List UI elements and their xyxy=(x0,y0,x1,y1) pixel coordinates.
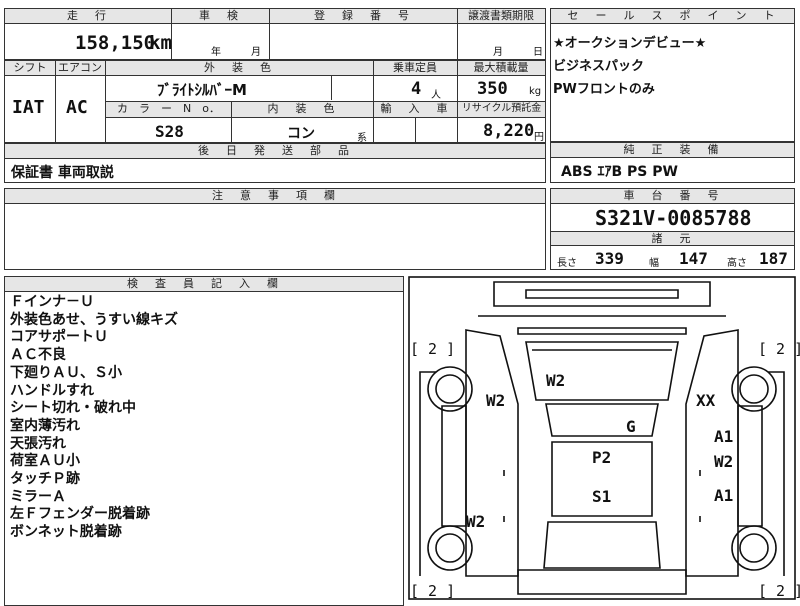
length-label: 長さ xyxy=(557,258,577,269)
exterior-value: ﾌﾞﾗｲﾄｼﾙﾊﾞｰM xyxy=(157,81,247,99)
note-line: 左Ｆフェンダー脱着跡 xyxy=(10,506,150,523)
interior-value: コン xyxy=(287,126,315,142)
interior-header: 内 装 色 xyxy=(232,102,373,117)
transfer-header: 譲渡書類期限 xyxy=(457,9,545,24)
mark-windshield: G xyxy=(626,417,636,436)
recycle-header: リサイクル預託金 xyxy=(458,102,545,117)
car-diagram xyxy=(408,276,796,600)
top-info-block: 走 行 車 検 登 録 番 号 譲渡書類期限 158,150 km 年 月 月 … xyxy=(4,8,546,60)
note-line: シート切れ・破れ中 xyxy=(10,400,136,417)
capacity-header: 乗車定員 xyxy=(373,61,457,76)
width-label: 幅 xyxy=(649,258,659,269)
sales-line-3: PWフロントのみ xyxy=(553,82,655,97)
inspector-header: 検 査 員 記 入 欄 xyxy=(5,277,403,292)
load-value: 350 xyxy=(477,79,508,99)
inspection-month: 月 xyxy=(251,47,261,58)
specs-header: 諸 元 xyxy=(551,231,794,246)
mark-left-front: W2 xyxy=(486,391,506,410)
note-line: ハンドルすれ xyxy=(10,382,94,399)
shift-value: IAT xyxy=(12,97,45,118)
parts-header: 後 日 発 送 部 品 xyxy=(5,144,545,159)
chassis-header: 車 台 番 号 xyxy=(551,189,794,204)
inspection-header: 車 検 xyxy=(171,9,269,24)
parts-block: 後 日 発 送 部 品 保証書 車両取説 xyxy=(4,143,546,183)
inspector-block: 検 査 員 記 入 欄 Ｆインナ－Ｕ 外装色あせ、うすい線キズ コアサポートＵ … xyxy=(4,276,404,606)
caution-header: 注 意 事 項 欄 xyxy=(5,189,545,204)
inspection-year: 年 xyxy=(211,47,221,58)
sales-line-2: ビジネスパック xyxy=(553,59,645,74)
mark-left-rear-door: W2 xyxy=(466,512,486,531)
equipment-block: 純 正 装 備 ABS ｴｱB PS PW xyxy=(550,142,795,183)
recycle-unit: 円 xyxy=(534,132,544,143)
aircon-header: エアコン xyxy=(55,61,105,76)
mark-right-front-door-2: W2 xyxy=(714,452,734,471)
mark-roof: P2 xyxy=(592,448,612,467)
height-label: 高さ xyxy=(727,258,747,269)
mileage-unit: km xyxy=(149,32,172,54)
interior-suffix: 系 xyxy=(357,133,367,144)
equipment-header: 純 正 装 備 xyxy=(551,143,794,158)
capacity-value: 4 xyxy=(411,79,422,99)
note-line: ミラーＡ xyxy=(10,488,66,505)
sales-header: セ ー ル ス ポ イ ン ト xyxy=(551,9,794,24)
mark-right-rear-door: A1 xyxy=(714,486,734,505)
note-line: Ｆインナ－Ｕ xyxy=(10,294,94,310)
caution-block: 注 意 事 項 欄 xyxy=(4,188,546,270)
width-value: 147 xyxy=(679,249,708,268)
tire-right-bottom: [ 2 ] xyxy=(758,582,800,600)
inspector-notes: Ｆインナ－Ｕ 外装色あせ、うすい線キズ コアサポートＵ ＡＣ不良 下廻りＡＵ、Ｓ… xyxy=(10,294,178,542)
note-line: 荷室ＡＵ小 xyxy=(10,453,80,470)
note-line: コアサポートＵ xyxy=(10,329,108,346)
chassis-block: 車 台 番 号 S321V-0085788 諸 元 長さ 339 幅 147 高… xyxy=(550,188,795,270)
sales-point-block: セ ー ル ス ポ イ ン ト ★オークションデビュー★ ビジネスパック PWフ… xyxy=(550,8,795,142)
exterior-header: 外 装 色 xyxy=(105,61,373,76)
sales-line-1: ★オークションデビュー★ xyxy=(553,36,707,51)
registration-header: 登 録 番 号 xyxy=(269,9,457,24)
note-line: ボンネット脱着跡 xyxy=(10,524,122,541)
note-line: 天張汚れ xyxy=(10,435,66,452)
height-value: 187 xyxy=(759,249,788,268)
recycle-value: 8,220 xyxy=(483,121,535,141)
transfer-month: 月 xyxy=(493,47,503,58)
mileage-value: 158,150 xyxy=(75,32,156,54)
shift-header: シフト xyxy=(5,61,55,76)
note-line: タッチＰ跡 xyxy=(10,471,80,488)
length-value: 339 xyxy=(595,249,624,268)
import-header: 輸 入 車 xyxy=(374,102,457,117)
equipment-value: ABS ｴｱB PS PW xyxy=(561,164,678,180)
capacity-unit: 人 xyxy=(431,90,441,101)
tire-left-top: [ 2 ] xyxy=(410,340,456,358)
aircon-value: AC xyxy=(66,97,88,118)
mileage-header: 走 行 xyxy=(5,9,171,24)
mark-right-front-door-1: A1 xyxy=(714,427,734,446)
load-unit: kg xyxy=(529,86,542,97)
load-header: 最大積載量 xyxy=(457,61,545,76)
chassis-value: S321V-0085788 xyxy=(595,206,752,230)
note-line: ＡＣ不良 xyxy=(10,347,66,364)
note-line: 外装色あせ、うすい線キズ xyxy=(10,311,178,328)
car-diagram-panel: [ 2 ] [ 2 ] [ 2 ] [ 2 ] W2 W2 XX G A1 W2… xyxy=(408,276,800,606)
transfer-day: 日 xyxy=(533,47,543,58)
tire-left-bottom: [ 2 ] xyxy=(410,582,456,600)
color-no-header: カ ラ ー N o． xyxy=(106,102,231,117)
mark-rear-roof: S1 xyxy=(592,487,612,506)
tire-right-top: [ 2 ] xyxy=(758,340,800,358)
color-no-value: S28 xyxy=(155,122,184,141)
mark-hood: W2 xyxy=(546,371,566,390)
vehicle-spec-block: シフト エアコン 外 装 色 乗車定員 最大積載量 IAT AC ﾌﾞﾗｲﾄｼﾙ… xyxy=(4,60,546,144)
note-line: 室内薄汚れ xyxy=(10,417,80,434)
parts-value: 保証書 車両取説 xyxy=(11,165,114,181)
note-line: 下廻りＡＵ、Ｓ小 xyxy=(10,364,122,381)
mark-right-front: XX xyxy=(696,391,716,410)
